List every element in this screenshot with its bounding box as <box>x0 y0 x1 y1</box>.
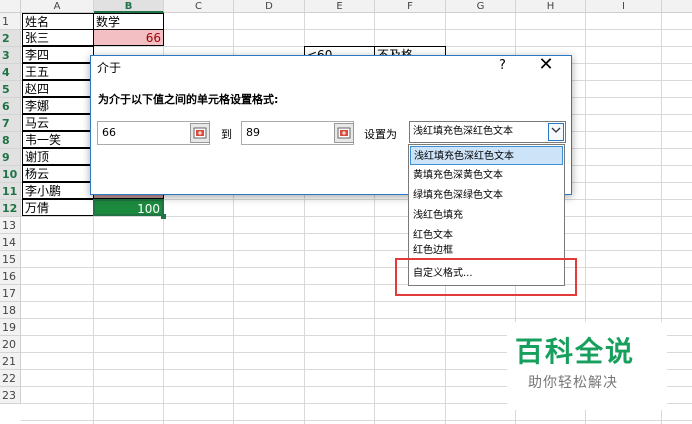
cell-b12[interactable]: 100 <box>93 199 164 216</box>
cell-a1[interactable]: 姓名 <box>22 13 94 30</box>
watermark-title: 百科全说 <box>515 335 636 368</box>
cell-a5[interactable]: 赵四 <box>22 80 94 97</box>
row-header-13[interactable]: 13 <box>0 217 21 234</box>
row-header-6[interactable]: 6 <box>0 98 21 115</box>
row-header-23[interactable]: 23 <box>0 387 21 404</box>
to-label: 到 <box>221 128 232 141</box>
cell-a12[interactable]: 万倩 <box>22 199 94 216</box>
row-header-16[interactable]: 16 <box>0 268 21 285</box>
format-combo[interactable]: 浅红填充色深红色文本 <box>409 121 566 143</box>
dropdown-option[interactable]: 红色边框 <box>410 244 563 258</box>
cell-b1[interactable]: 数学 <box>93 13 164 30</box>
row-header-12[interactable]: 12 <box>0 200 21 217</box>
row-header-20[interactable]: 20 <box>0 336 21 353</box>
column-header-c[interactable]: C <box>164 0 234 13</box>
range-select-icon[interactable] <box>334 123 354 143</box>
cell-a10[interactable]: 杨云 <box>22 165 94 182</box>
row-header-2[interactable]: 2 <box>0 30 21 47</box>
help-button[interactable]: ? <box>499 58 506 73</box>
row-header-4[interactable]: 4 <box>0 64 21 81</box>
cell-a3[interactable]: 李四 <box>22 46 94 63</box>
dropdown-option[interactable]: 绿填充色深绿色文本 <box>410 186 563 205</box>
column-header-i[interactable]: I <box>586 0 662 13</box>
dropdown-option[interactable]: 黄填充色深黄色文本 <box>410 166 563 185</box>
row-header-9[interactable]: 9 <box>0 149 21 166</box>
row-header-8[interactable]: 8 <box>0 132 21 149</box>
cell-a9[interactable]: 谢顶 <box>22 148 94 165</box>
row-header-19[interactable]: 19 <box>0 319 21 336</box>
column-header-h[interactable]: H <box>516 0 586 13</box>
cell-a11[interactable]: 李小鹏 <box>22 182 94 199</box>
cell-a7[interactable]: 马云 <box>22 114 94 131</box>
column-header-e[interactable]: E <box>305 0 375 13</box>
dropdown-option[interactable]: 浅红填充色深红色文本 <box>410 146 563 165</box>
row-header-18[interactable]: 18 <box>0 302 21 319</box>
row-header-14[interactable]: 14 <box>0 234 21 251</box>
row-header-17[interactable]: 17 <box>0 285 21 302</box>
range-select-icon[interactable] <box>190 123 210 143</box>
row-header-1[interactable]: 1 <box>0 13 21 30</box>
column-header-d[interactable]: D <box>234 0 305 13</box>
column-header-overflow <box>662 0 692 13</box>
cell-a6[interactable]: 李娜 <box>22 97 94 114</box>
row-header-3[interactable]: 3 <box>0 47 21 64</box>
cell-a4[interactable]: 王五 <box>22 63 94 80</box>
row-header-11[interactable]: 11 <box>0 183 21 200</box>
format-combo-value: 浅红填充色深红色文本 <box>413 126 513 137</box>
row-header-5[interactable]: 5 <box>0 81 21 98</box>
close-icon[interactable]: ✕ <box>537 55 555 75</box>
highlight-box <box>395 258 577 296</box>
column-header-a[interactable]: A <box>21 0 94 13</box>
row-header-10[interactable]: 10 <box>0 166 21 183</box>
row-header-21[interactable]: 21 <box>0 353 21 370</box>
cell-a8[interactable]: 韦一笑 <box>22 131 94 148</box>
cell-b2[interactable]: 66 <box>93 29 164 46</box>
dialog-prompt: 为介于以下值之间的单元格设置格式: <box>98 93 279 106</box>
cell-a2[interactable]: 张三 <box>22 29 94 46</box>
row-header-22[interactable]: 22 <box>0 370 21 387</box>
column-header-f[interactable]: F <box>375 0 446 13</box>
row-header-7[interactable]: 7 <box>0 115 21 132</box>
column-header-g[interactable]: G <box>446 0 516 13</box>
fill-handle[interactable] <box>161 214 166 219</box>
column-header-b[interactable]: B <box>94 0 164 13</box>
format-label: 设置为 <box>364 128 397 141</box>
dropdown-option[interactable]: 浅红色填充 <box>410 206 563 225</box>
dialog-title: 介于 <box>97 61 122 75</box>
select-all-corner[interactable] <box>0 0 21 13</box>
row-header-15[interactable]: 15 <box>0 251 21 268</box>
chevron-down-icon[interactable] <box>548 123 564 141</box>
dropdown-option[interactable]: 红色文本 <box>410 226 563 245</box>
watermark-subtitle: 助你轻松解决 <box>528 375 618 391</box>
